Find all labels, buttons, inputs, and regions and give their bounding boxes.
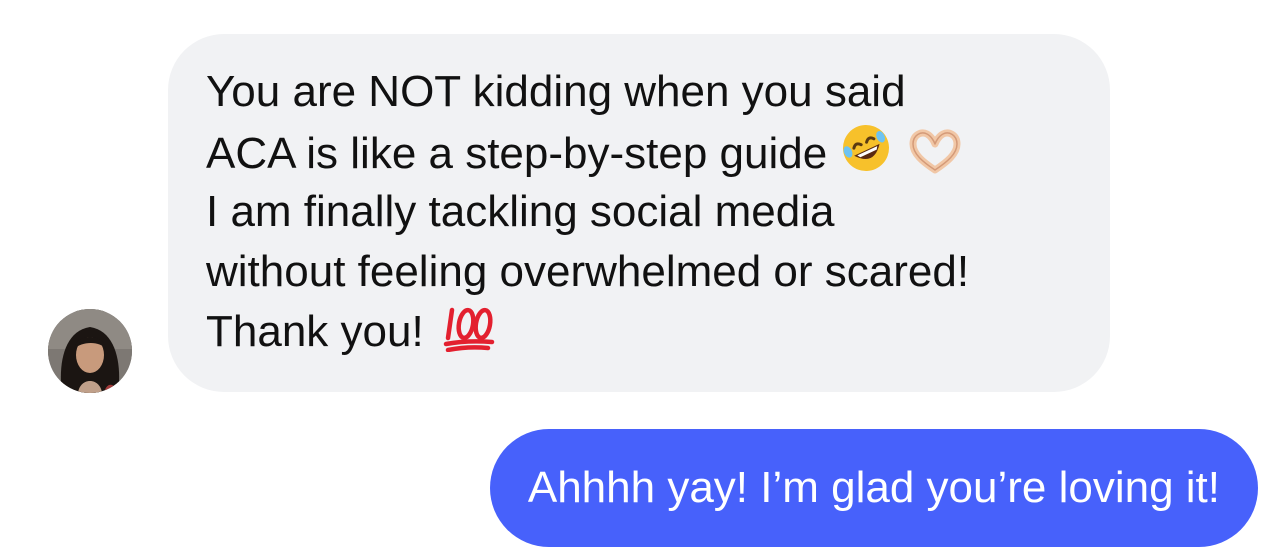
outgoing-message-bubble[interactable]: Ahhhh yay! I’m glad you’re loving it! <box>489 429 1258 547</box>
sender-avatar[interactable] <box>48 309 132 393</box>
hundred-points-emoji-icon <box>442 304 498 368</box>
outgoing-message-text: Ahhhh yay! I’m glad you’re loving it! <box>527 463 1220 512</box>
message-line-text: Thank you! <box>206 307 424 356</box>
incoming-message-bubble[interactable]: You are NOT kidding when you said ACA is… <box>168 34 1110 392</box>
heart-hands-emoji-icon <box>905 126 965 190</box>
message-line: I am finally tackling social media <box>206 187 835 236</box>
message-line-with-emoji: Thank you! <box>206 302 1080 362</box>
chat-thread: You are NOT kidding when you said ACA is… <box>0 0 1284 560</box>
message-line: without feeling overwhelmed or scared! <box>206 247 970 296</box>
message-line-with-emojis: ACA is like a step-by-step guide <box>206 122 1080 182</box>
avatar-image <box>48 309 132 393</box>
message-line-text: ACA is like a step-by-step guide <box>206 129 828 178</box>
message-line: You are NOT kidding when you said <box>206 67 906 116</box>
rofl-emoji-icon <box>837 122 895 190</box>
incoming-message-row: You are NOT kidding when you said ACA is… <box>0 0 1284 400</box>
